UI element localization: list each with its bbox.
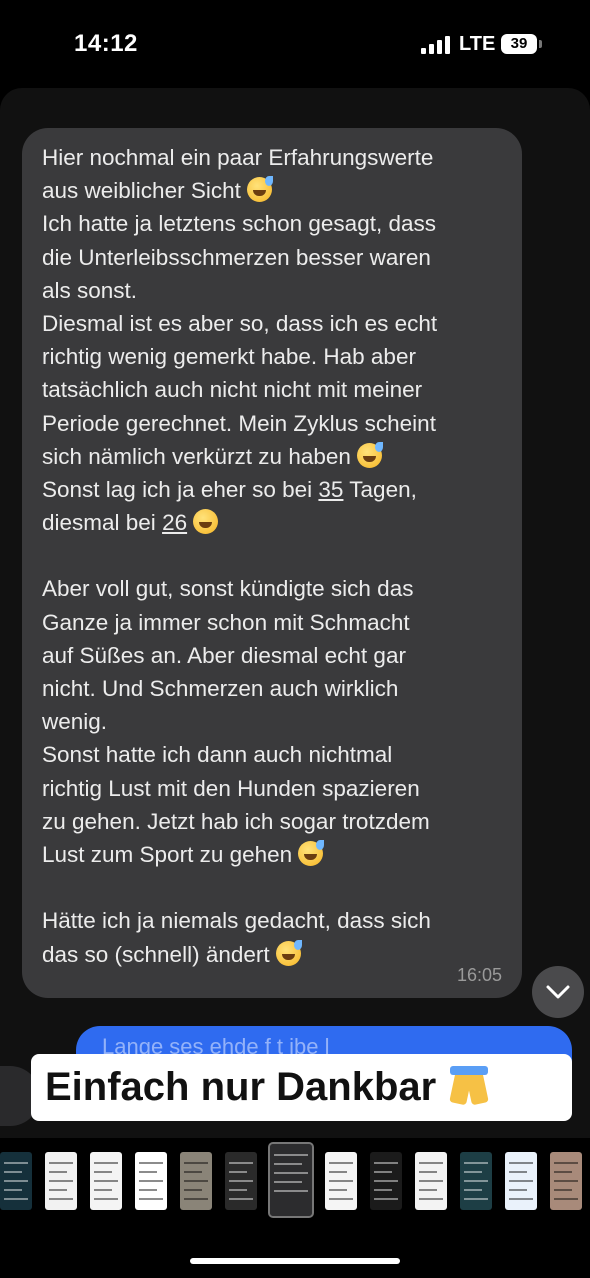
thumbnail[interactable] [45,1152,77,1210]
thumbnail[interactable] [505,1152,537,1210]
thumbnail[interactable] [0,1152,32,1210]
message-line-text: Ganze ja immer schon mit Schmacht [42,609,410,635]
message-text: Hier nochmal ein paar Erfahrungswerte aus… [42,141,502,971]
message-line-text: Hier nochmal ein paar Erfahrungswerte [42,145,434,170]
message-line: Ich hatte ja letztens schon gesagt, dass [42,207,502,240]
message-line: wenig. [42,705,502,738]
message-line-text: zu gehen. Jetzt hab ich sogar trotzdem [42,808,430,834]
signal-icon [421,36,451,54]
message-line: auf Süßes an. Aber diesmal echt gar [42,639,502,672]
thumbnail[interactable] [460,1152,492,1210]
message-line-text: nicht. Und Schmerzen auch wirklich [42,676,399,701]
caption-text: Einfach nur Dankbar [45,1065,437,1109]
thumbnail[interactable] [370,1152,402,1210]
status-bar: 14:12 LTE 39 [0,0,590,88]
message-line: richtig wenig gemerkt habe. Hab aber [42,340,502,373]
message-line-text: Lust zum Sport zu gehen [42,841,293,867]
status-time: 14:12 [74,30,138,57]
scroll-down-button[interactable] [532,966,584,1018]
message-line: aus weiblicher Sicht [42,174,502,207]
message-line-text: Diesmal ist es aber so, dass ich es echt [42,310,438,336]
message-line-text: sich nämlich verkürzt zu haben [42,443,351,469]
message-line-text: das so (schnell) ändert [42,941,270,967]
incoming-message-bubble[interactable]: Hier nochmal ein paar Erfahrungswerte aus… [22,128,522,998]
message-line-text: richtig wenig gemerkt habe. Hab aber [42,344,416,370]
message-line: nicht. Und Schmerzen auch wirklich [42,672,502,705]
message-line-text: tatsächlich auch nicht nicht mit meiner [42,377,423,403]
battery-icon: 39 [501,34,537,54]
message-line: Lust zum Sport zu gehen [42,838,502,871]
message-line: Aber voll gut, sonst kündigte sich das [42,572,502,605]
phone-screen: 14:12 LTE 39 Hier nochmal ein paar Erfah… [0,0,590,1278]
message-line-text: Ich hatte ja letztens schon gesagt, dass [42,211,436,237]
thumbnail[interactable] [415,1152,447,1210]
grinning-sweat-icon [357,441,384,468]
underlined-number[interactable]: 35 [318,477,343,502]
message-line: die Unterleibsschmerzen besser waren [42,241,502,274]
message-line-text: wenig. [42,709,108,735]
thumbnail[interactable] [550,1152,582,1210]
message-line: als sonst. [42,274,502,307]
message-line: Diesmal ist es aber so, dass ich es echt [42,307,502,340]
message-line-text: die Unterleibsschmerzen besser waren [42,244,431,270]
thumbnail[interactable] [135,1152,167,1210]
message-timestamp: 16:05 [456,965,502,985]
underlined-number[interactable]: 26 [162,510,187,535]
thumbnail-active[interactable] [268,1142,314,1218]
message-line: Sonst lag ich ja eher so bei 35 Tagen, [42,473,502,506]
battery-tip [539,40,542,48]
thumbnail[interactable] [225,1152,257,1210]
message-line-text: aus weiblicher Sicht [42,178,241,204]
message-line: zu gehen. Jetzt hab ich sogar trotzdem [42,805,502,838]
folded-hands-icon [448,1064,490,1108]
message-line-text: Sonst lag ich ja eher so bei [42,476,319,502]
grinning-sweat-icon [298,839,325,866]
message-line [42,539,502,572]
message-line-text: Hätte ich ja niemals gedacht, dass sich [42,908,431,934]
message-line-text: richtig Lust mit den Hunden spazieren [42,775,420,801]
message-line: Periode gerechnet. Mein Zyklus scheint [42,407,502,440]
message-line-text: als sonst. [42,277,138,303]
message-line: richtig Lust mit den Hunden spazieren [42,772,502,805]
message-line-text: Sonst hatte ich dann auch nichtmal [42,742,393,768]
message-line: Hier nochmal ein paar Erfahrungswerte [42,141,502,174]
message-line: Hätte ich ja niemals gedacht, dass sich [42,904,502,937]
thumbnail-strip[interactable] [0,1140,590,1230]
message-line-text: auf Süßes an. Aber diesmal echt gar [42,642,406,668]
grinning-sweat-icon [247,176,274,203]
message-line: Ganze ja immer schon mit Schmacht [42,606,502,639]
message-line-text: Aber voll gut, sonst kündigte sich das [42,576,414,602]
message-line-text: Periode gerechnet. Mein Zyklus scheint [42,410,436,436]
message-line: sich nämlich verkürzt zu haben [42,440,502,473]
thumbnail[interactable] [90,1152,122,1210]
thumbnail[interactable] [180,1152,212,1210]
message-line: tatsächlich auch nicht nicht mit meiner [42,373,502,406]
message-line-text: Tagen, [343,476,417,502]
home-indicator[interactable] [190,1258,400,1264]
video-caption: Einfach nur Dankbar [31,1054,572,1121]
message-line-text: diesmal bei [42,510,163,536]
message-line: das so (schnell) ändert [42,938,502,971]
network-type: LTE [459,33,496,55]
grinning-sweat-icon [275,939,302,966]
smiling-blush-icon [193,509,219,535]
chevron-down-icon [546,985,570,999]
thumbnail[interactable] [325,1152,357,1210]
message-line: diesmal bei 26 [42,506,502,539]
message-line [42,871,502,904]
message-line: Sonst hatte ich dann auch nichtmal [42,738,502,771]
